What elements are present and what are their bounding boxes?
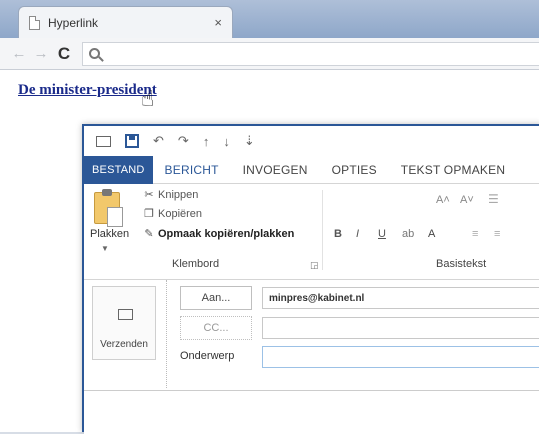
message-icon — [96, 135, 111, 147]
copy-label: Kopiëren — [158, 207, 203, 220]
hand-cursor-icon: ☝ — [141, 86, 155, 111]
align-left-icon[interactable]: ≡ — [472, 228, 478, 240]
scissors-icon: ✂ — [144, 189, 154, 201]
underline-button[interactable]: U — [378, 228, 386, 240]
back-icon[interactable]: ← — [8, 45, 30, 62]
quick-access-toolbar: ↶ ↷ ↑ ↓ ⇣ — [84, 126, 539, 156]
ribbon: Plakken ▼ ✂ Knippen ❐ Kopiëren ✎ Opmaak … — [84, 184, 539, 280]
subject-label: Onderwerp — [180, 350, 235, 362]
browser-tab[interactable]: Hyperlink × — [18, 6, 233, 38]
clipboard-group-label: Klembord — [172, 258, 220, 270]
chevron-down-icon[interactable]: ▼ — [101, 244, 109, 253]
close-tab-icon[interactable]: × — [214, 15, 222, 30]
tab-opties[interactable]: OPTIES — [320, 163, 389, 177]
basic-text-group-label: Basistekst — [436, 258, 487, 270]
highlight-button[interactable]: ab — [402, 228, 414, 240]
to-field[interactable]: minpres@kabinet.nl — [262, 287, 539, 309]
copy-button[interactable]: ❐ Kopiëren — [144, 207, 203, 221]
to-button[interactable]: Aan... — [180, 286, 252, 310]
grow-font-button[interactable]: A˄ — [436, 194, 450, 206]
tab-bestand[interactable]: BESTAND — [84, 155, 153, 184]
tab-invoegen[interactable]: INVOEGEN — [231, 163, 320, 177]
search-icon — [89, 48, 100, 59]
list-icon[interactable]: ☰ — [488, 192, 499, 206]
forward-icon[interactable]: → — [30, 45, 52, 62]
format-painter-label: Opmaak kopiëren/plakken — [158, 227, 295, 240]
italic-button[interactable]: I — [356, 228, 359, 240]
cc-button[interactable]: CC... — [180, 316, 252, 340]
outlook-compose-window: ↶ ↷ ↑ ↓ ⇣ BESTAND BERICHT INVOEGEN OPTIE… — [82, 124, 539, 434]
paste-button-label[interactable]: Plakken — [90, 228, 129, 240]
address-bar[interactable] — [82, 41, 539, 66]
document-icon — [29, 15, 40, 30]
send-button[interactable]: Verzenden — [92, 286, 156, 360]
header-divider — [166, 280, 167, 388]
tab-bericht[interactable]: BERICHT — [153, 163, 231, 177]
save-icon[interactable] — [125, 134, 139, 148]
arrow-down-icon[interactable]: ↓ — [223, 134, 230, 149]
browser-tabstrip: Hyperlink × — [0, 0, 539, 38]
undo-icon[interactable]: ↶ — [153, 133, 164, 149]
tab-tekst-opmaken[interactable]: TEKST OPMAKEN — [389, 163, 517, 177]
font-color-button[interactable]: A — [428, 228, 435, 240]
message-body[interactable] — [84, 390, 539, 434]
reload-icon[interactable]: C — [52, 44, 76, 64]
cut-button[interactable]: ✂ Knippen — [144, 188, 199, 202]
arrow-up-icon[interactable]: ↑ — [203, 134, 210, 149]
envelope-icon — [118, 309, 133, 320]
subject-field[interactable] — [262, 346, 539, 368]
customize-qat-icon[interactable]: ⇣ — [244, 133, 255, 149]
paste-icon[interactable] — [94, 189, 123, 227]
brush-icon: ✎ — [144, 228, 154, 240]
send-label: Verzenden — [100, 339, 148, 350]
copy-icon: ❐ — [144, 208, 154, 220]
align-center-icon[interactable]: ≡ — [494, 228, 500, 240]
ribbon-tabs: BESTAND BERICHT INVOEGEN OPTIES TEKST OP… — [84, 155, 539, 184]
cc-field[interactable] — [262, 317, 539, 339]
redo-icon[interactable]: ↷ — [178, 133, 189, 149]
tab-title: Hyperlink — [48, 15, 99, 30]
cut-label: Knippen — [158, 188, 199, 201]
shrink-font-button[interactable]: A˅ — [460, 194, 474, 206]
minister-president-link[interactable]: De minister-president — [18, 82, 157, 99]
mail-header: Verzenden Aan... minpres@kabinet.nl CC..… — [84, 280, 539, 390]
format-painter-button[interactable]: ✎ Opmaak kopiëren/plakken — [144, 227, 295, 241]
group-divider — [322, 190, 323, 270]
bold-button[interactable]: B — [334, 228, 342, 240]
dialog-launcher-icon[interactable]: ◲ — [310, 260, 319, 271]
browser-toolbar: ← → C — [0, 38, 539, 70]
